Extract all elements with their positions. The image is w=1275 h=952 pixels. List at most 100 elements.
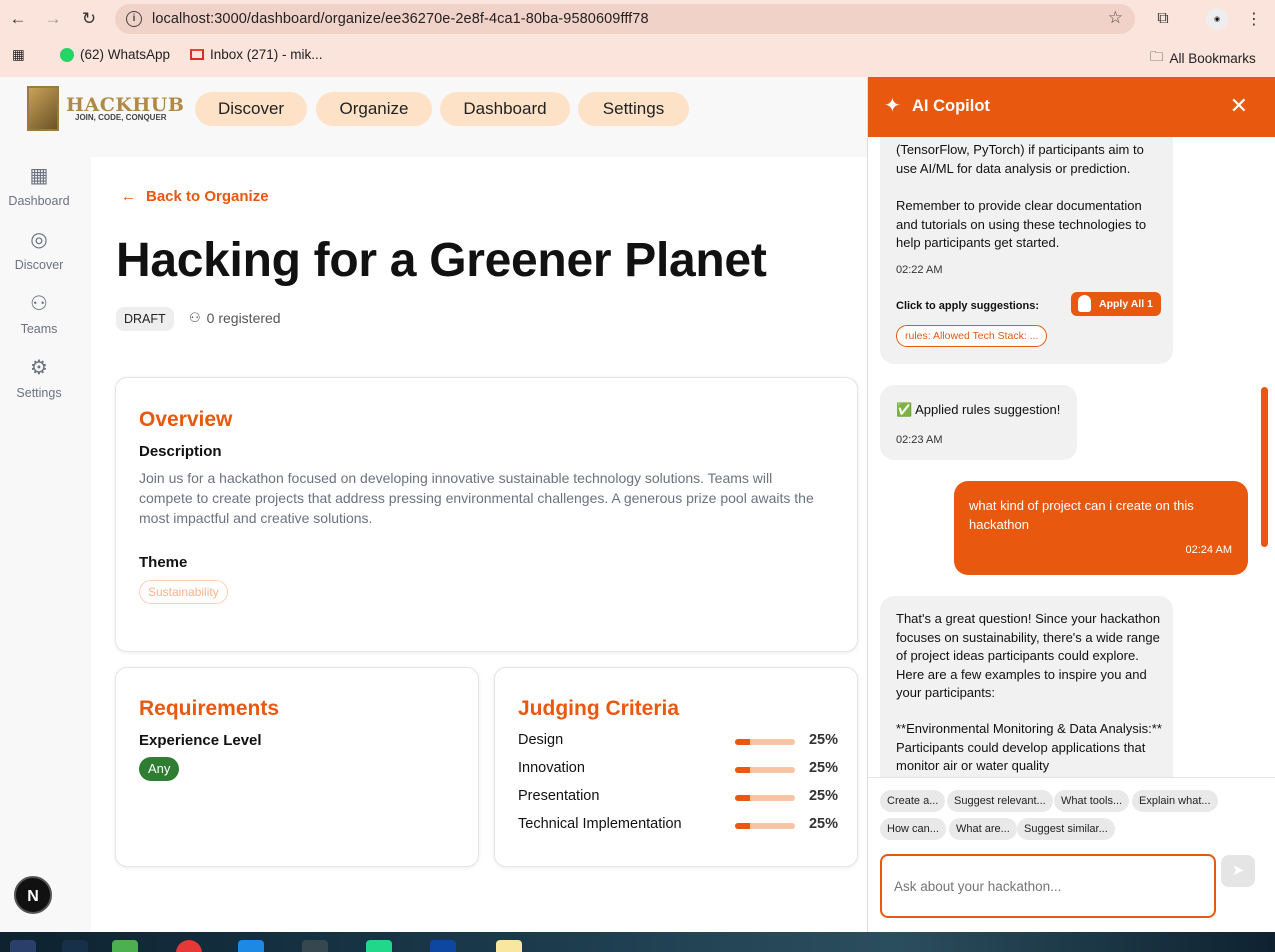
suggestion-chip[interactable]: Suggest relevant... — [947, 790, 1053, 812]
folder-icon: 🗀 — [1150, 49, 1164, 64]
extensions-icon[interactable]: ⧉ — [1152, 8, 1174, 30]
assistant-message: ✅ Applied rules suggestion! 02:23 AM — [880, 385, 1077, 460]
copilot-input[interactable] — [882, 856, 1214, 916]
bookmark-label: Inbox (271) - mik... — [210, 47, 323, 62]
assistant-message: (TensorFlow, PyTorch) if participants ai… — [880, 137, 1173, 364]
webstorm-icon[interactable] — [430, 940, 456, 952]
message-list[interactable]: (TensorFlow, PyTorch) if participants ai… — [868, 137, 1268, 777]
judging-heading: Judging Criteria — [518, 697, 680, 720]
copilot-title: AI Copilot — [912, 97, 990, 115]
page-title: Hacking for a Greener Planet — [116, 234, 767, 287]
user-message: what kind of project can i create on thi… — [954, 481, 1248, 575]
back-arrow-icon[interactable]: ← — [7, 8, 29, 30]
criterion-bar-fill — [735, 767, 750, 773]
ai-copilot-panel: ✦ AI Copilot ✕ (TensorFlow, PyTorch) if … — [867, 77, 1275, 932]
logo-mark[interactable] — [27, 86, 59, 131]
forward-arrow-icon[interactable]: → — [42, 8, 64, 30]
theme-label: Theme — [139, 554, 188, 571]
criterion-name: Design — [518, 732, 564, 748]
sidebar-item-dashboard[interactable]: ▦ Dashboard — [0, 165, 78, 208]
sidebar-item-teams[interactable]: ⚇ Teams — [0, 293, 78, 336]
message-timestamp: 02:24 AM — [1185, 544, 1232, 556]
message-text-line: use AI/ML for data analysis or predictio… — [896, 161, 1131, 176]
apply-all-label: Apply All 1 — [1099, 298, 1153, 310]
registered-label: 0 registered — [206, 310, 281, 326]
suggestion-chip[interactable]: What tools... — [1054, 790, 1130, 812]
criterion-bar — [735, 767, 795, 773]
terminal-icon[interactable] — [302, 940, 328, 952]
menu-kebab-icon[interactable]: ⋮ — [1243, 8, 1265, 30]
nav-organize[interactable]: Organize — [316, 92, 432, 126]
criterion-row: Presentation 25% — [518, 788, 838, 808]
message-text: **Environmental Monitoring & Data Analys… — [896, 721, 1162, 773]
url-text: localhost:3000/dashboard/organize/ee3627… — [152, 11, 649, 27]
browser-toolbar: ← → ↻ i localhost:3000/dashboard/organiz… — [0, 0, 1275, 77]
sidebar-item-label: Teams — [20, 322, 58, 336]
nextjs-dev-badge[interactable]: N — [14, 876, 52, 914]
requirements-heading: Requirements — [139, 697, 280, 720]
back-link[interactable]: ← Back to Organize — [121, 188, 269, 205]
pycharm-icon[interactable] — [366, 940, 392, 952]
whatsapp-icon — [60, 47, 74, 62]
suggestion-chips: Create a... Suggest relevant... What too… — [868, 777, 1275, 857]
nav-dashboard[interactable]: Dashboard — [440, 92, 570, 126]
lightbulb-icon — [1078, 295, 1091, 312]
overview-card: Overview Description Join us for a hacka… — [115, 377, 858, 652]
profile-avatar[interactable]: ◉ — [1206, 8, 1228, 30]
message-text: That's a great question! Since your hack… — [896, 611, 1161, 700]
logo-tagline: JOIN, CODE, CONQUER — [75, 113, 167, 122]
suggestion-chip[interactable]: Suggest similar... — [1017, 818, 1115, 840]
apps-grid-icon[interactable]: ▦ — [12, 47, 25, 63]
nav-settings[interactable]: Settings — [578, 92, 689, 126]
bookmark-gmail[interactable]: Inbox (271) - mik... — [190, 47, 323, 62]
send-icon[interactable]: ➤ — [1221, 855, 1255, 887]
suggestion-tag[interactable]: rules: Allowed Tech Stack: ... — [896, 325, 1048, 347]
message-text-line: (TensorFlow, PyTorch) if participants ai… — [896, 142, 1144, 157]
suggestion-chip[interactable]: Create a... — [880, 790, 946, 812]
address-bar[interactable]: i localhost:3000/dashboard/organize/ee36… — [115, 4, 1135, 34]
taskbar-app-icon[interactable] — [10, 940, 36, 952]
criterion-bar — [735, 823, 795, 829]
message-text: what kind of project can i create on thi… — [969, 498, 1194, 532]
description-label: Description — [139, 443, 222, 460]
nav-discover[interactable]: Discover — [195, 92, 307, 126]
sidebar-item-settings[interactable]: ⚙ Settings — [0, 357, 78, 400]
scrollbar-thumb[interactable] — [1261, 387, 1268, 547]
apply-all-button[interactable]: Apply All 1 — [1071, 292, 1161, 316]
copilot-input-box[interactable] — [880, 854, 1216, 918]
message-timestamp: 02:22 AM — [896, 264, 943, 276]
experience-label: Experience Level — [139, 732, 262, 749]
criterion-bar-fill — [735, 739, 750, 745]
criterion-bar-fill — [735, 795, 750, 801]
text-editor-icon[interactable] — [496, 940, 522, 952]
requirements-card: Requirements Experience Level Any — [115, 667, 479, 867]
criterion-row: Innovation 25% — [518, 760, 838, 780]
bookmark-whatsapp[interactable]: (62) WhatsApp — [60, 47, 170, 62]
close-icon[interactable]: ✕ — [1230, 93, 1248, 119]
theme-badge: Sustainability — [139, 580, 228, 604]
gmail-icon — [190, 49, 204, 60]
taskbar-app-icon[interactable] — [112, 940, 138, 952]
criterion-percent: 25% — [808, 732, 838, 748]
site-info-icon[interactable]: i — [126, 11, 142, 27]
criterion-bar — [735, 795, 795, 801]
message-timestamp: 02:23 AM — [896, 434, 943, 446]
criterion-row: Technical Implementation 25% — [518, 816, 838, 836]
status-badge: DRAFT — [116, 307, 174, 331]
sidebar-item-label: Discover — [14, 258, 64, 272]
users-icon: ⚇ — [30, 293, 48, 315]
all-bookmarks[interactable]: 🗀 All Bookmarks — [1150, 47, 1256, 70]
suggestion-chip[interactable]: How can... — [880, 818, 946, 840]
taskbar-app-icon[interactable] — [238, 940, 264, 952]
suggestion-chip[interactable]: What are... — [949, 818, 1017, 840]
apply-suggestions-label: Click to apply suggestions: — [896, 300, 1040, 312]
sidebar-item-discover[interactable]: ◎ Discover — [0, 229, 78, 272]
bookmark-star-icon[interactable]: ☆ — [1108, 8, 1123, 28]
criterion-percent: 25% — [808, 788, 838, 804]
description-text: Join us for a hackathon focused on devel… — [139, 470, 814, 526]
reload-icon[interactable]: ↻ — [78, 8, 100, 30]
sidebar-item-label: Settings — [16, 386, 62, 400]
users-icon: ⚇ — [189, 310, 201, 325]
suggestion-chip[interactable]: Explain what... — [1132, 790, 1218, 812]
taskbar-app-icon[interactable] — [62, 940, 88, 952]
